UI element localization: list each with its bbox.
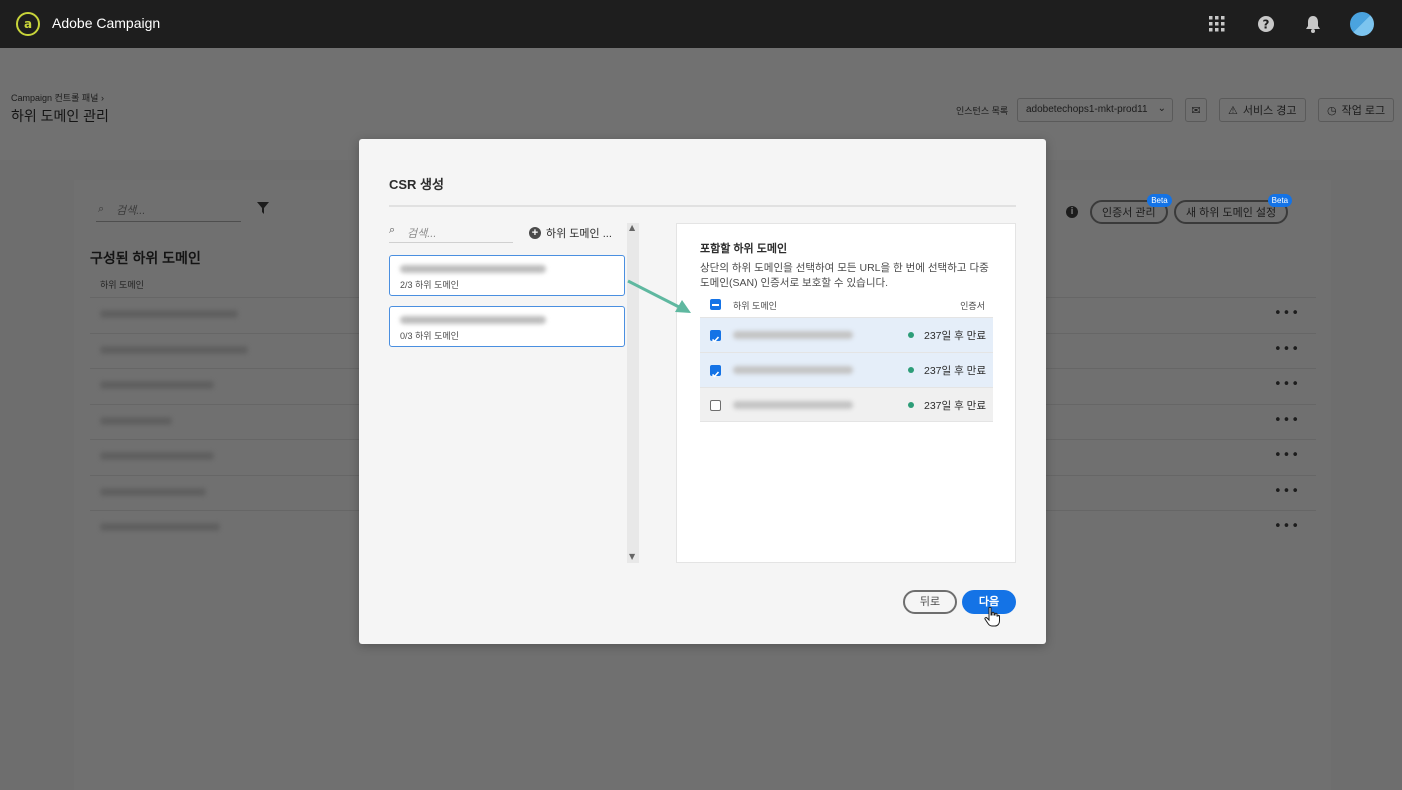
job-log-button[interactable]: ◷ 작업 로그 (1318, 98, 1395, 122)
subdomain-selection-panel: 포함할 하위 도메인 상단의 하위 도메인을 선택하여 모든 URL을 한 번에… (676, 223, 1016, 563)
subdomain-checkbox[interactable] (710, 330, 721, 343)
beta-badge: Beta (1147, 194, 1172, 207)
cert-expiry: 237일 후 만료 (924, 365, 986, 377)
subdomain-table-header: 하위 도메인 인증서 (700, 296, 993, 316)
cert-expiry: 237일 후 만료 (924, 330, 986, 342)
cert-manage-label: 인증서 관리 (1102, 207, 1156, 219)
subdomain-name-redacted (733, 331, 853, 339)
domain-name-redacted (400, 265, 546, 273)
scrollbar[interactable]: ▲ ▼ (627, 223, 639, 563)
add-subdomain-button[interactable]: + 하위 도메인 ... (529, 225, 612, 241)
subdomain-name-redacted (100, 452, 214, 460)
adobe-campaign-logo-icon[interactable]: a (16, 12, 40, 36)
subdomain-name-redacted (100, 310, 238, 318)
more-actions-icon[interactable]: ••• (1274, 448, 1300, 463)
instance-select[interactable]: adobetechops1-mkt-prod11 ⌄ (1017, 98, 1173, 122)
subdomain-name-redacted (733, 366, 853, 374)
more-actions-icon[interactable]: ••• (1274, 413, 1300, 428)
cert-manage-button[interactable]: 인증서 관리 Beta (1090, 194, 1172, 224)
more-actions-icon[interactable]: ••• (1274, 377, 1300, 392)
top-bar: a Adobe Campaign ? (0, 0, 1402, 48)
search-icon: ⌕ (389, 224, 396, 236)
subdomain-name-redacted (100, 381, 214, 389)
status-dot-icon (908, 402, 914, 408)
info-icon[interactable]: i (1066, 206, 1078, 218)
add-subdomain-label: 하위 도메인 ... (546, 228, 612, 240)
job-log-label: 작업 로그 (1341, 105, 1386, 117)
subdomain-panel-title: 포함할 하위 도메인 (700, 243, 788, 255)
subdomain-name-redacted (100, 345, 248, 354)
bell-icon[interactable] (1303, 14, 1323, 34)
column-header-subdomain: 하위 도메인 (100, 280, 144, 290)
filter-icon[interactable] (257, 202, 269, 218)
email-alert-button[interactable]: ✉ (1185, 98, 1207, 122)
modal-search-input[interactable]: ⌕ 검색... (389, 223, 513, 243)
subdomain-name-redacted (733, 401, 853, 409)
breadcrumb-link[interactable]: Campaign 컨트롤 패널 (11, 93, 98, 103)
apps-grid-icon[interactable] (1207, 14, 1227, 34)
plus-circle-icon: + (529, 227, 541, 239)
beta-badge: Beta (1267, 194, 1293, 207)
more-actions-icon[interactable]: ••• (1274, 484, 1300, 499)
new-subdomain-button[interactable]: 새 하위 도메인 설정 Beta (1174, 194, 1293, 224)
status-dot-icon (908, 332, 914, 338)
svg-text:?: ? (1263, 18, 1270, 32)
modal-search-placeholder: 검색... (407, 228, 437, 240)
page-title: 하위 도메인 관리 (11, 108, 109, 124)
arrow-indicator-icon (627, 279, 691, 313)
instance-label: 인스턴스 목록 (956, 106, 1009, 116)
background-search-placeholder: 검색... (116, 205, 146, 217)
section-title: 구성된 하위 도메인 (90, 250, 201, 266)
more-actions-icon[interactable]: ••• (1274, 342, 1300, 357)
user-avatar[interactable] (1350, 12, 1374, 36)
help-icon[interactable]: ? (1256, 14, 1276, 34)
scroll-down-icon[interactable]: ▼ (629, 552, 635, 561)
breadcrumb-separator: › (100, 93, 104, 103)
subdomain-row[interactable]: 237일 후 만료 (700, 352, 993, 387)
subdomain-checkbox[interactable] (710, 365, 721, 378)
breadcrumb[interactable]: Campaign 컨트롤 패널 › (11, 91, 104, 104)
mail-icon: ✉ (1191, 104, 1201, 117)
domain-subdomain-count: 0/3 하위 도메인 (400, 331, 459, 341)
more-actions-icon[interactable]: ••• (1274, 306, 1300, 321)
service-alert-label: 서비스 경고 (1242, 105, 1297, 117)
status-dot-icon (908, 367, 914, 373)
back-button[interactable]: 뒤로 (903, 590, 957, 614)
select-all-checkbox[interactable] (710, 299, 721, 310)
cert-expiry: 237일 후 만료 (924, 400, 986, 412)
history-icon: ◷ (1327, 104, 1337, 117)
subdomain-name-redacted (100, 523, 220, 531)
app-title: Adobe Campaign (52, 15, 161, 31)
csr-modal: CSR 생성 ⌕ 검색... + 하위 도메인 ... ▲ ▼ 2/3 하위 도… (359, 139, 1046, 644)
background-search-input[interactable]: ⌕ 검색... (96, 202, 241, 222)
subdomain-row[interactable]: 237일 후 만료 (700, 317, 993, 352)
column-header-subdomain: 하위 도메인 (733, 301, 777, 311)
new-subdomain-label: 새 하위 도메인 설정 (1186, 207, 1277, 219)
column-header-certificate: 인증서 (960, 301, 985, 311)
modal-title: CSR 생성 (389, 177, 444, 192)
subdomain-checkbox[interactable] (710, 400, 721, 411)
service-alert-button[interactable]: ⚠ 서비스 경고 (1219, 98, 1306, 122)
subdomain-name-redacted (100, 416, 172, 425)
domain-subdomain-count: 2/3 하위 도메인 (400, 280, 459, 290)
subdomain-row[interactable]: 237일 후 만료 (700, 387, 993, 422)
domain-card[interactable]: 2/3 하위 도메인 (389, 255, 625, 296)
hand-cursor-icon (984, 607, 1000, 627)
scroll-up-icon[interactable]: ▲ (629, 223, 635, 232)
domain-list-panel: ⌕ 검색... + 하위 도메인 ... ▲ ▼ 2/3 하위 도메인 0/3 … (389, 223, 639, 563)
domain-name-redacted (400, 316, 546, 324)
domain-card[interactable]: 0/3 하위 도메인 (389, 306, 625, 347)
subdomain-name-redacted (100, 487, 206, 496)
subdomain-panel-description: 상단의 하위 도메인을 선택하여 모든 URL을 한 번에 선택하고 다중 도메… (700, 262, 989, 289)
search-icon: ⌕ (98, 203, 105, 215)
warning-icon: ⚠ (1228, 104, 1238, 117)
more-actions-icon[interactable]: ••• (1274, 519, 1300, 534)
modal-divider (389, 205, 1016, 207)
instance-value: adobetechops1-mkt-prod11 (1026, 104, 1148, 115)
chevron-down-icon: ⌄ (1157, 103, 1166, 114)
